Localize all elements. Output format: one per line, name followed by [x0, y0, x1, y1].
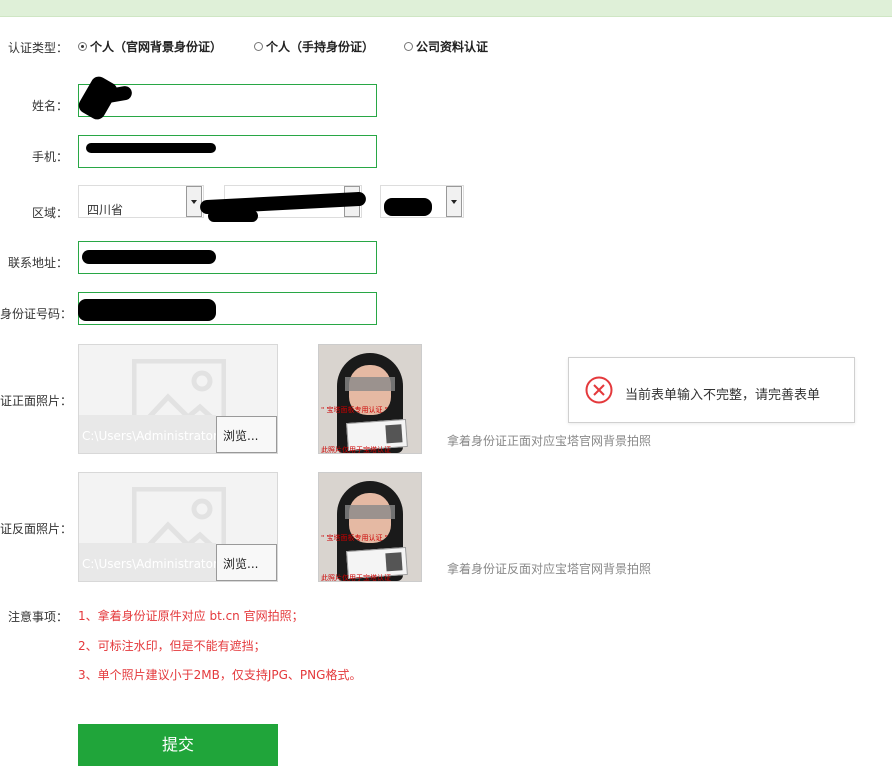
file-path-bar: C:\Users\Administrator: [79, 415, 216, 453]
radio-personal-handheld[interactable]: 个人（手持身份证）: [254, 38, 374, 55]
notes-label: 注意事项：: [8, 610, 69, 624]
toast-message: 当前表单输入不完整，请完善表单: [625, 388, 821, 403]
front-photo-label: 证正面照片：: [0, 394, 73, 408]
cert-type-label: 认证类型：: [8, 41, 69, 55]
radio-icon[interactable]: [254, 42, 263, 51]
file-path-bar: C:\Users\Administrator: [79, 543, 216, 581]
back-sample-photo: " 宝塔面板专用认证 " 此照片仅用于宝塔认证: [318, 472, 422, 582]
phone-label: 手机：: [32, 150, 69, 164]
radio-label: 公司资料认证: [416, 40, 489, 54]
radio-company[interactable]: 公司资料认证: [404, 38, 488, 55]
redaction-mark: [86, 143, 216, 153]
radio-icon[interactable]: [404, 42, 413, 51]
redaction-mark: [82, 250, 216, 264]
submit-button[interactable]: 提交: [78, 724, 278, 766]
redaction-mark: [384, 198, 432, 216]
province-value: 四川省: [87, 203, 124, 217]
region-label: 区域：: [32, 206, 69, 220]
error-circle-icon: [585, 376, 613, 404]
chevron-down-icon[interactable]: [186, 186, 202, 217]
back-photo-label: 证反面照片：: [0, 522, 73, 536]
front-sample-photo: " 宝塔面板专用认证 " 此照片仅用于宝塔认证: [318, 344, 422, 454]
radio-label: 个人（手持身份证）: [266, 40, 375, 54]
front-photo-hint: 拿着身份证正面对应宝塔官网背景拍照: [447, 434, 652, 448]
error-toast: 当前表单输入不完整，请完善表单: [568, 357, 855, 423]
name-label: 姓名：: [32, 99, 69, 113]
radio-label: 个人（官网背景身份证）: [90, 40, 223, 54]
back-photo-hint: 拿着身份证反面对应宝塔官网背景拍照: [447, 562, 652, 576]
radio-personal-official[interactable]: 个人（官网背景身份证）: [78, 38, 222, 55]
id-number-label: 身份证号码：: [0, 307, 73, 321]
chevron-down-icon[interactable]: [446, 186, 462, 217]
front-photo-upload[interactable]: C:\Users\Administrator 浏览...: [78, 344, 278, 454]
note-item: 3、单个照片建议小于2MB，仅支持JPG、PNG格式。: [78, 668, 362, 682]
note-item: 1、拿着身份证原件对应 bt.cn 官网拍照；: [78, 609, 304, 623]
redaction-mark: [78, 299, 216, 321]
back-photo-upload[interactable]: C:\Users\Administrator 浏览...: [78, 472, 278, 582]
file-path-text: C:\Users\Administrator: [82, 557, 216, 571]
province-select[interactable]: 四川省: [78, 185, 204, 218]
file-path-text: C:\Users\Administrator: [82, 429, 216, 443]
note-item: 2、可标注水印，但是不能有遮挡；: [78, 639, 266, 653]
redaction-mark: [208, 210, 258, 222]
top-banner: [0, 0, 892, 17]
radio-checked-icon[interactable]: [78, 42, 87, 51]
browse-button[interactable]: 浏览...: [216, 544, 277, 581]
address-label: 联系地址：: [8, 256, 69, 270]
browse-button[interactable]: 浏览...: [216, 416, 277, 453]
